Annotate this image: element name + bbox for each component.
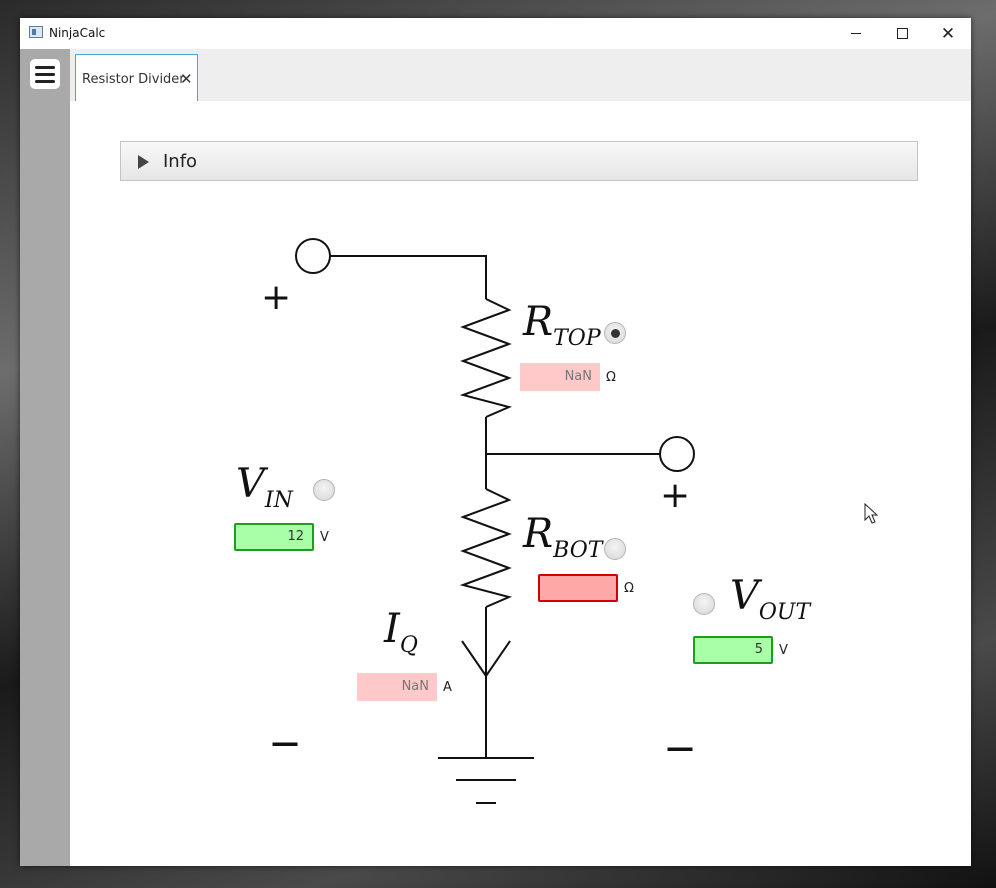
vin-terminal	[295, 238, 331, 274]
v-out-calculate-radio[interactable]	[693, 593, 715, 615]
i-q-unit: A	[443, 680, 452, 695]
r-bot-unit: Ω	[624, 581, 634, 596]
r-bot-symbol: RBOT	[523, 511, 603, 563]
vin-minus-sign: —	[271, 726, 299, 759]
mouse-cursor-icon	[864, 503, 878, 524]
resistor-top-zigzag	[459, 298, 513, 418]
hamburger-icon-line	[35, 65, 55, 69]
tab-label: Resistor Divider	[82, 72, 185, 87]
title-bar[interactable]: NinjaCalc ✕	[20, 18, 971, 49]
v-in-value-field[interactable]: 12	[234, 523, 314, 551]
v-in-calculate-radio[interactable]	[313, 479, 335, 501]
app-window: NinjaCalc ✕ Resistor Divider ✕ Info + + …	[20, 18, 971, 866]
vout-terminal	[659, 436, 695, 472]
maximize-button[interactable]	[879, 18, 925, 49]
r-bot-calculate-radio[interactable]	[604, 538, 626, 560]
close-window-button[interactable]: ✕	[925, 18, 971, 49]
vout-plus-sign: +	[660, 475, 691, 516]
v-out-value-field[interactable]: 5	[693, 636, 773, 664]
v-out-unit: V	[779, 643, 788, 658]
v-in-symbol: VIN	[236, 461, 293, 513]
resistor-bot-zigzag	[459, 488, 513, 608]
app-window-icon	[29, 26, 43, 38]
hamburger-icon-line	[35, 79, 55, 83]
tab-close-icon[interactable]: ✕	[180, 70, 193, 88]
minimize-button[interactable]	[833, 18, 879, 49]
vout-minus-sign: —	[666, 731, 694, 764]
maximize-icon	[896, 28, 908, 39]
v-in-unit: V	[320, 530, 329, 545]
resistor-divider-schematic	[295, 238, 695, 804]
tab-resistor-divider[interactable]: Resistor Divider ✕	[75, 54, 198, 101]
r-bot-value-field[interactable]	[538, 574, 618, 602]
tab-bar: Resistor Divider ✕	[70, 49, 971, 101]
i-q-symbol: IQ	[384, 606, 418, 658]
r-top-calculate-radio[interactable]	[604, 322, 626, 344]
r-top-symbol: RTOP	[523, 299, 601, 351]
hamburger-icon-line	[35, 72, 55, 76]
close-icon: ✕	[940, 23, 956, 44]
vin-plus-sign: +	[261, 277, 292, 318]
wire-top	[330, 255, 487, 299]
i-q-value-field[interactable]: NaN	[357, 673, 437, 701]
r-top-value-field[interactable]: NaN	[520, 363, 600, 391]
hamburger-menu-button[interactable]	[30, 59, 60, 89]
window-title: NinjaCalc	[49, 26, 106, 40]
r-top-unit: Ω	[606, 370, 616, 385]
sidebar	[20, 49, 70, 866]
v-out-symbol: VOUT	[730, 573, 811, 625]
calculator-content: Info + + — — RTOP NaN Ω VIN 12 V RBOT Ω …	[70, 101, 971, 866]
minimize-icon	[851, 33, 861, 34]
